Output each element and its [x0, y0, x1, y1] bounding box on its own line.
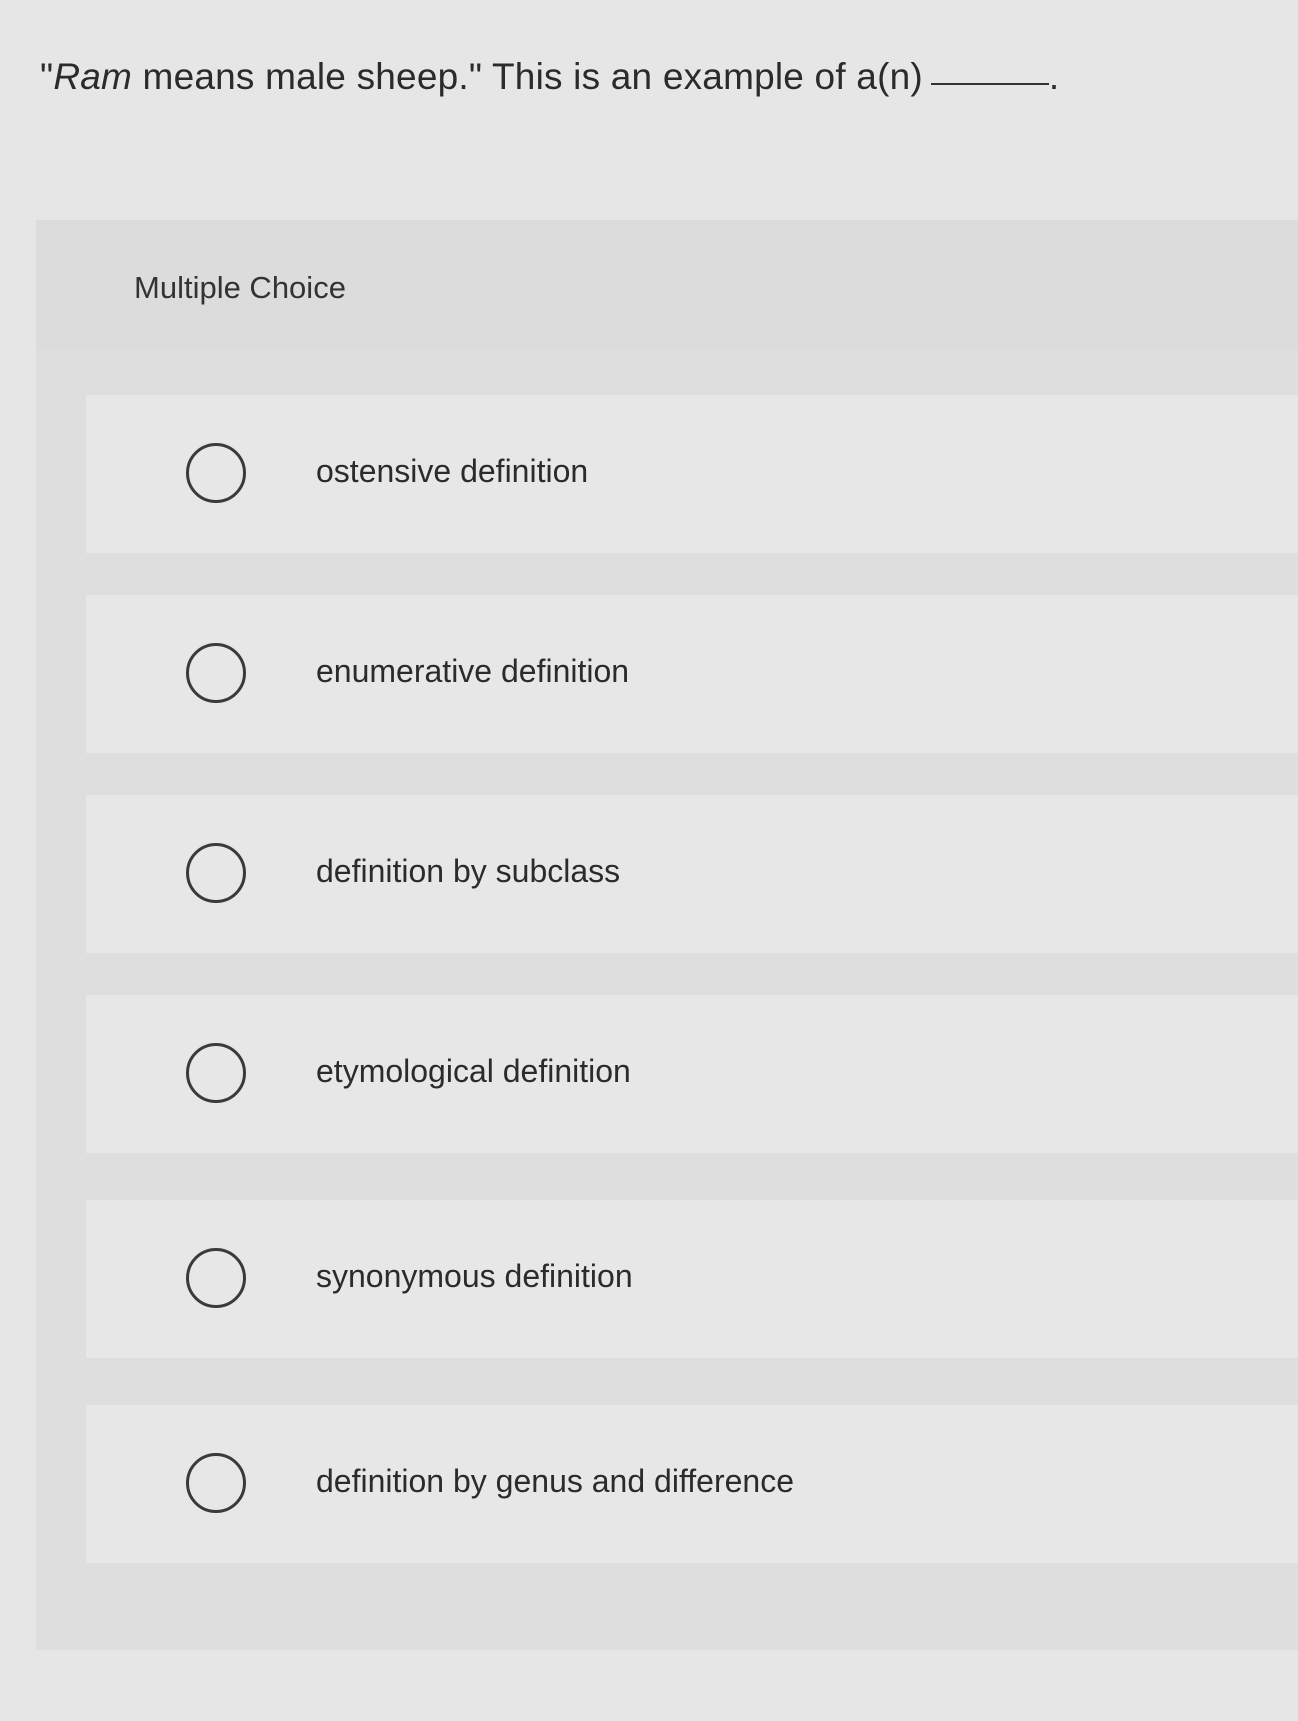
radio-button[interactable]: [186, 843, 246, 903]
option-ostensive-definition[interactable]: ostensive definition: [86, 395, 1298, 553]
option-etymological-definition[interactable]: etymological definition: [86, 995, 1298, 1153]
radio-button[interactable]: [186, 1248, 246, 1308]
option-definition-by-subclass[interactable]: definition by subclass: [86, 795, 1298, 953]
multiple-choice-label: Multiple Choice: [134, 270, 346, 305]
option-definition-by-genus-and-difference[interactable]: definition by genus and difference: [86, 1405, 1298, 1563]
question-quote-open: ": [40, 56, 54, 97]
option-enumerative-definition[interactable]: enumerative definition: [86, 595, 1298, 753]
question-rest: means male sheep." This is an example of…: [132, 56, 923, 97]
option-label: etymological definition: [316, 1053, 631, 1089]
radio-button[interactable]: [186, 1453, 246, 1513]
option-synonymous-definition[interactable]: synonymous definition: [86, 1200, 1298, 1358]
option-label: ostensive definition: [316, 453, 589, 489]
question-text: "Ram means male sheep." This is an examp…: [40, 56, 1059, 98]
multiple-choice-header: Multiple Choice: [36, 220, 1298, 350]
option-label: synonymous definition: [316, 1258, 633, 1294]
option-label: enumerative definition: [316, 653, 630, 689]
multiple-choice-panel: Multiple Choice ostensive definition enu…: [36, 220, 1298, 1650]
answer-blank: [930, 81, 1049, 85]
question-term: Ram: [53, 56, 133, 97]
question-end-punct: .: [1048, 56, 1060, 97]
option-label: definition by genus and difference: [316, 1463, 794, 1499]
radio-button[interactable]: [186, 443, 246, 503]
radio-button[interactable]: [186, 1043, 246, 1103]
option-label: definition by subclass: [316, 853, 621, 889]
radio-button[interactable]: [186, 643, 246, 703]
